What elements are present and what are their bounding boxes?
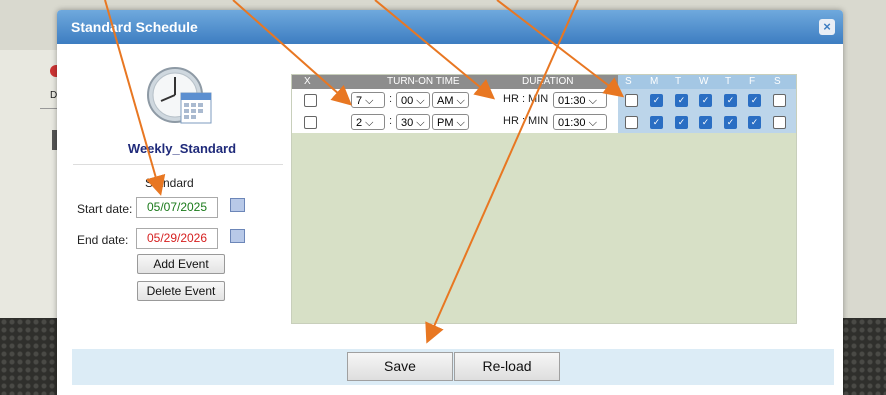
- schedule-grid: X TURN-ON TIME DURATION S M T W T F S 7 …: [291, 74, 797, 324]
- calendar-icon[interactable]: [230, 198, 245, 212]
- row-select-checkbox[interactable]: [304, 94, 317, 107]
- header-turn-on-time: TURN-ON TIME: [387, 76, 460, 87]
- start-date-input[interactable]: 05/07/2025: [136, 197, 218, 218]
- ampm-select[interactable]: PM ⌵: [432, 114, 469, 130]
- dialog-footer: Save Re-load: [72, 349, 834, 385]
- add-event-button[interactable]: Add Event: [137, 254, 225, 274]
- reload-button[interactable]: Re-load: [454, 352, 560, 381]
- header-x: X: [304, 76, 311, 87]
- header-duration: DURATION: [522, 76, 574, 87]
- header-day: S: [774, 76, 781, 87]
- day-checkbox-fri[interactable]: ✓: [748, 116, 761, 129]
- day-checkbox-thu[interactable]: ✓: [724, 116, 737, 129]
- day-checkbox-sun[interactable]: [625, 116, 638, 129]
- save-button[interactable]: Save: [347, 352, 453, 381]
- header-day: F: [749, 76, 756, 87]
- header-day: T: [675, 76, 682, 87]
- day-checkbox-sun[interactable]: [625, 94, 638, 107]
- day-checkbox-sat[interactable]: [773, 94, 786, 107]
- row-select-checkbox[interactable]: [304, 116, 317, 129]
- header-day: S: [625, 76, 632, 87]
- delete-event-button[interactable]: Delete Event: [137, 281, 225, 301]
- day-checkbox-wed[interactable]: ✓: [699, 94, 712, 107]
- header-day: W: [699, 76, 709, 87]
- day-checkbox-tue[interactable]: ✓: [675, 94, 688, 107]
- duration-select[interactable]: 01:30 ⌵: [553, 92, 607, 108]
- day-checkbox-fri[interactable]: ✓: [748, 94, 761, 107]
- schedule-row: 2 ⌵ : 30 ⌵ PM ⌵ HR : MIN 01:30 ⌵ ✓ ✓ ✓ ✓…: [292, 111, 796, 133]
- schedule-row: 7 ⌵ : 00 ⌵ AM ⌵ HR : MIN 01:30 ⌵ ✓ ✓ ✓ ✓…: [292, 89, 796, 111]
- header-day: T: [725, 76, 732, 87]
- day-checkbox-sat[interactable]: [773, 116, 786, 129]
- calendar-clock-icon: [147, 67, 212, 124]
- close-icon[interactable]: ×: [819, 19, 835, 35]
- day-checkbox-wed[interactable]: ✓: [699, 116, 712, 129]
- day-checkbox-tue[interactable]: ✓: [675, 116, 688, 129]
- day-checkbox-mon[interactable]: ✓: [650, 94, 663, 107]
- day-checkbox-thu[interactable]: ✓: [724, 94, 737, 107]
- row-days: ✓ ✓ ✓ ✓ ✓: [618, 111, 796, 133]
- header-days: S M T W T F S: [618, 75, 796, 89]
- minute-select[interactable]: 30 ⌵: [396, 114, 430, 130]
- hour-select[interactable]: 2 ⌵: [351, 114, 385, 130]
- profile-name: Weekly_Standard: [127, 141, 237, 156]
- row-days: ✓ ✓ ✓ ✓ ✓: [618, 89, 796, 111]
- duration-select[interactable]: 01:30 ⌵: [553, 114, 607, 130]
- end-date-input[interactable]: 05/29/2026: [136, 228, 218, 249]
- calendar-icon[interactable]: [230, 229, 245, 243]
- dialog-titlebar: Standard Schedule ×: [57, 10, 843, 44]
- hour-select[interactable]: 7 ⌵: [351, 92, 385, 108]
- start-date-label: Start date:: [77, 202, 133, 216]
- background-pattern-left: [0, 318, 60, 395]
- schedule-type: Standard: [145, 176, 194, 190]
- end-date-label: End date:: [77, 233, 129, 247]
- grid-header: X TURN-ON TIME DURATION S M T W T F S: [292, 75, 796, 89]
- day-checkbox-mon[interactable]: ✓: [650, 116, 663, 129]
- left-divider: [73, 164, 283, 165]
- ampm-select[interactable]: AM ⌵: [432, 92, 469, 108]
- header-day: M: [650, 76, 659, 87]
- minute-select[interactable]: 00 ⌵: [396, 92, 430, 108]
- background-pattern-right: [842, 318, 886, 395]
- hr-min-label: HR : MIN: [503, 115, 549, 127]
- standard-schedule-dialog: Standard Schedule × Weekly_Standard Stan…: [57, 10, 843, 395]
- hr-min-label: HR : MIN: [503, 93, 549, 105]
- dialog-title: Standard Schedule: [71, 19, 198, 35]
